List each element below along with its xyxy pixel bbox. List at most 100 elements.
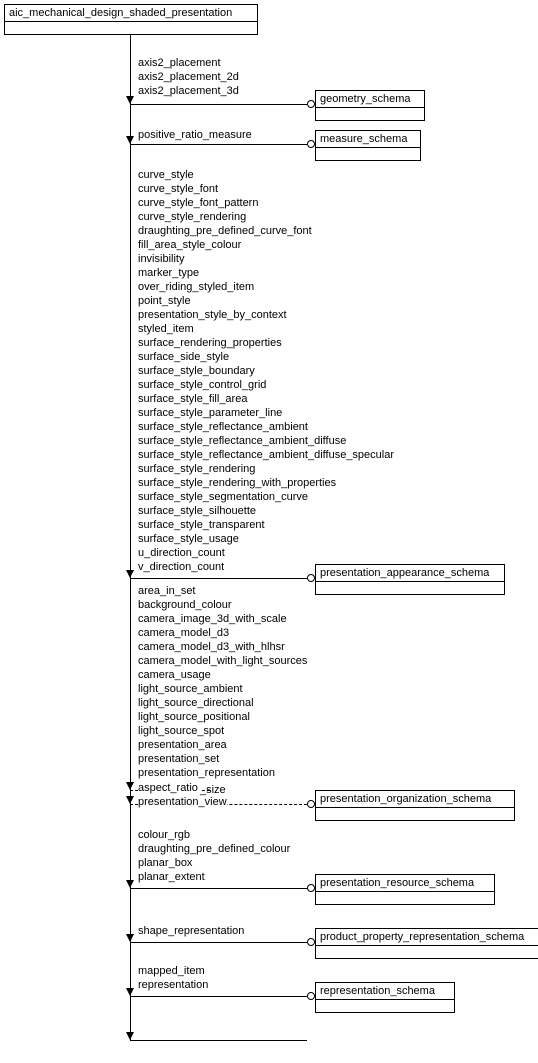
item: camera_model_with_light_sources bbox=[138, 654, 307, 668]
item: surface_style_reflectance_ambient_diffus… bbox=[138, 434, 394, 448]
item: surface_style_fill_area bbox=[138, 392, 394, 406]
connector-line bbox=[130, 104, 307, 105]
item: surface_style_parameter_line bbox=[138, 406, 394, 420]
item: positive_ratio_measure bbox=[138, 128, 252, 142]
target-box-geometry: geometry_schema bbox=[315, 90, 425, 121]
item: light_source_ambient bbox=[138, 682, 307, 696]
connector-line bbox=[130, 942, 307, 943]
target-label: measure_schema bbox=[316, 131, 420, 148]
target-box-presentation-appearance: presentation_appearance_schema bbox=[315, 564, 505, 595]
item: curve_style_rendering bbox=[138, 210, 394, 224]
item: marker_type bbox=[138, 266, 394, 280]
target-box-measure: measure_schema bbox=[315, 130, 421, 161]
item: camera_usage bbox=[138, 668, 307, 682]
item: representation bbox=[138, 978, 208, 992]
item: mapped_item bbox=[138, 964, 208, 978]
item: axis2_placement_3d bbox=[138, 84, 239, 98]
item: presentation_set bbox=[138, 752, 307, 766]
connector-line bbox=[130, 578, 307, 579]
item: camera_model_d3 bbox=[138, 626, 307, 640]
item: shape_representation bbox=[138, 924, 244, 938]
group-7-items: mapped_item representation bbox=[138, 964, 208, 992]
item: draughting_pre_defined_curve_font bbox=[138, 224, 394, 238]
item: area_in_set bbox=[138, 584, 307, 598]
item: planar_extent bbox=[138, 870, 290, 884]
item: curve_style bbox=[138, 168, 394, 182]
arrow-icon bbox=[126, 96, 134, 104]
item: curve_style_font_pattern bbox=[138, 196, 394, 210]
target-box-representation: representation_schema bbox=[315, 982, 455, 1013]
arrow-icon bbox=[126, 136, 134, 144]
item: camera_model_d3_with_hlhsr bbox=[138, 640, 307, 654]
target-label: representation_schema bbox=[316, 983, 454, 1000]
connector-circle-icon bbox=[307, 938, 315, 946]
item: surface_style_reflectance_ambient bbox=[138, 420, 394, 434]
arrow-icon bbox=[126, 1032, 134, 1040]
group-2-items: positive_ratio_measure bbox=[138, 128, 252, 142]
arrow-icon bbox=[126, 880, 134, 888]
item: draughting_pre_defined_colour bbox=[138, 842, 290, 856]
item: axis2_placement_2d bbox=[138, 70, 239, 84]
item: light_source_positional bbox=[138, 710, 307, 724]
group-5-items: colour_rgb draughting_pre_defined_colour… bbox=[138, 828, 290, 884]
target-label: presentation_organization_schema bbox=[316, 791, 514, 808]
item: surface_style_segmentation_curve bbox=[138, 490, 394, 504]
arrow-icon bbox=[126, 782, 134, 790]
item: point_style bbox=[138, 294, 394, 308]
arrow-icon bbox=[126, 570, 134, 578]
arrow-icon bbox=[126, 934, 134, 942]
connector-line bbox=[130, 888, 307, 889]
item: surface_style_reflectance_ambient_diffus… bbox=[138, 448, 394, 462]
root-box: aic_mechanical_design_shaded_presentatio… bbox=[4, 4, 258, 35]
item: presentation_area bbox=[138, 738, 307, 752]
target-box-presentation-organization: presentation_organization_schema bbox=[315, 790, 515, 821]
target-box-product-property: product_property_representation_schema bbox=[315, 928, 538, 959]
connector-circle-icon bbox=[307, 140, 315, 148]
connector-line bbox=[130, 996, 307, 997]
item: light_source_directional bbox=[138, 696, 307, 710]
main-vertical-line bbox=[130, 34, 131, 1040]
connector-line bbox=[130, 1040, 307, 1041]
item: surface_style_control_grid bbox=[138, 378, 394, 392]
connector-circle-icon bbox=[307, 800, 315, 808]
item: u_direction_count bbox=[138, 546, 394, 560]
item: styled_item bbox=[138, 322, 394, 336]
target-label: presentation_appearance_schema bbox=[316, 565, 504, 582]
group-6-items: shape_representation bbox=[138, 924, 244, 938]
item: surface_rendering_properties bbox=[138, 336, 394, 350]
item: light_source_spot bbox=[138, 724, 307, 738]
connector-line bbox=[130, 144, 307, 145]
item: surface_style_boundary bbox=[138, 364, 394, 378]
item: presentation_representation bbox=[138, 766, 307, 780]
item: curve_style_font bbox=[138, 182, 394, 196]
target-label: product_property_representation_schema bbox=[316, 929, 538, 946]
item: surface_style_usage bbox=[138, 532, 394, 546]
item: aspect_ratio bbox=[138, 782, 200, 794]
item: presentation_style_by_context bbox=[138, 308, 394, 322]
item: axis2_placement bbox=[138, 56, 239, 70]
root-title: aic_mechanical_design_shaded_presentatio… bbox=[5, 5, 257, 22]
item: surface_style_rendering bbox=[138, 462, 394, 476]
arrow-icon bbox=[126, 796, 134, 804]
item: surface_style_transparent bbox=[138, 518, 394, 532]
item: fill_area_style_colour bbox=[138, 238, 394, 252]
target-box-presentation-resource: presentation_resource_schema bbox=[315, 874, 495, 905]
target-label: geometry_schema bbox=[316, 91, 424, 108]
item: surface_style_silhouette bbox=[138, 504, 394, 518]
item: invisibility bbox=[138, 252, 394, 266]
item: background_colour bbox=[138, 598, 307, 612]
connector-circle-icon bbox=[307, 884, 315, 892]
group-3-items: curve_style curve_style_font curve_style… bbox=[138, 168, 394, 574]
item: camera_image_3d_with_scale bbox=[138, 612, 307, 626]
item: over_riding_styled_item bbox=[138, 280, 394, 294]
item: surface_side_style bbox=[138, 350, 394, 364]
diagram-container: aic_mechanical_design_shaded_presentatio… bbox=[0, 0, 538, 1063]
item: presentation_view bbox=[138, 796, 227, 808]
target-label: presentation_resource_schema bbox=[316, 875, 494, 892]
item: planar_box bbox=[138, 856, 290, 870]
item: _size bbox=[200, 784, 226, 796]
connector-circle-icon bbox=[307, 992, 315, 1000]
connector-circle-icon bbox=[307, 574, 315, 582]
group-4-items: area_in_set background_colour camera_ima… bbox=[138, 584, 307, 780]
connector-circle-icon bbox=[307, 100, 315, 108]
